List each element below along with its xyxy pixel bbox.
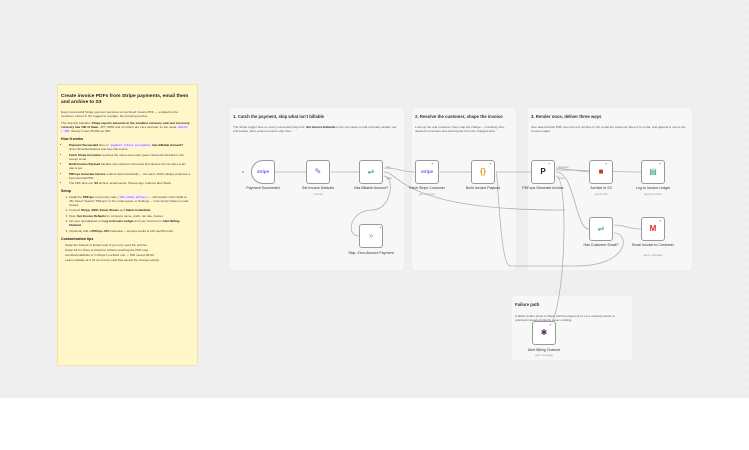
node-label: Skip: Zero-Amount Payment (348, 251, 394, 255)
node-subtitle: get customer (418, 192, 436, 196)
payment-succeeded-node[interactable]: stripe (251, 160, 275, 184)
pdfops-icon: P (540, 167, 546, 176)
node-subtitle: send: message (643, 253, 663, 257)
node-subtitle: manual (313, 192, 323, 196)
node-label: Has Billable Amount? (353, 186, 389, 190)
workflow-canvas[interactable]: Create invoice PDFs from Stripe payments… (0, 0, 749, 398)
pdfops-generate-invoice-node[interactable]: P (531, 160, 555, 184)
branch-label-error: Error (558, 176, 565, 180)
branch-label-success: Success (558, 165, 569, 169)
node-subtitle: upload: file (594, 192, 608, 196)
add-node-plus-icon[interactable]: + (659, 161, 661, 166)
node-label: Fetch Stripe Customer (409, 186, 445, 190)
gmail-icon: M (649, 224, 657, 233)
add-node-plus-icon[interactable]: + (659, 218, 661, 223)
add-node-plus-icon[interactable]: + (548, 161, 550, 166)
fetch-stripe-customer-node[interactable]: stripe (415, 160, 439, 184)
code-icon: {} (479, 167, 487, 176)
add-node-plus-icon[interactable]: + (379, 225, 381, 230)
set-invoice-defaults-node[interactable]: ✎ (306, 160, 330, 184)
connection-lines (242, 167, 642, 331)
node-label: PDFops Generate Invoice (522, 186, 564, 190)
node-label: Build Invoice Payload (465, 186, 501, 190)
branch-label-false: false (386, 176, 392, 180)
s3-bucket-icon: ■ (598, 167, 604, 176)
log-to-invoice-ledger-node[interactable]: ▤ (641, 160, 665, 184)
stripe-icon: stripe (420, 169, 434, 174)
add-node-plus-icon[interactable]: + (549, 322, 551, 327)
build-invoice-payload-node[interactable]: {} (471, 160, 495, 184)
branch-label-true: true (386, 165, 391, 169)
slack-icon: ✱ (540, 328, 548, 337)
archive-to-s3-node[interactable]: ■ (589, 160, 613, 184)
alert-billing-channel-node[interactable]: ✱ (532, 321, 556, 345)
email-invoice-node[interactable]: M (641, 217, 665, 241)
node-label: Set Invoice Defaults (302, 186, 334, 190)
node-subtitle: append: sheet (644, 192, 662, 196)
node-label: Alert Billing Channel (527, 348, 561, 352)
has-customer-email-node[interactable]: ⇌ (589, 217, 613, 241)
if-branch-icon: ⇌ (597, 224, 605, 233)
add-node-plus-icon[interactable]: + (431, 161, 433, 166)
if-branch-icon: ⇌ (367, 167, 375, 176)
node-label: Archive to S3 (590, 186, 612, 190)
node-label: Has Customer Email? (583, 243, 619, 247)
pencil-icon: ✎ (314, 167, 322, 176)
node-label: Log to Invoice Ledger (635, 186, 671, 190)
sheets-icon: ▤ (649, 167, 657, 176)
add-node-plus-icon[interactable]: + (605, 161, 607, 166)
skip-icon: » (368, 231, 374, 240)
has-billable-amount-node[interactable]: ⇌ (359, 160, 383, 184)
node-label: Payment Succeeded (246, 186, 280, 190)
stripe-icon: stripe (256, 169, 270, 174)
add-node-plus-icon[interactable]: + (489, 161, 491, 166)
node-label: Email Invoice to Customer (632, 243, 674, 247)
node-subtitle: post: message (534, 353, 554, 357)
